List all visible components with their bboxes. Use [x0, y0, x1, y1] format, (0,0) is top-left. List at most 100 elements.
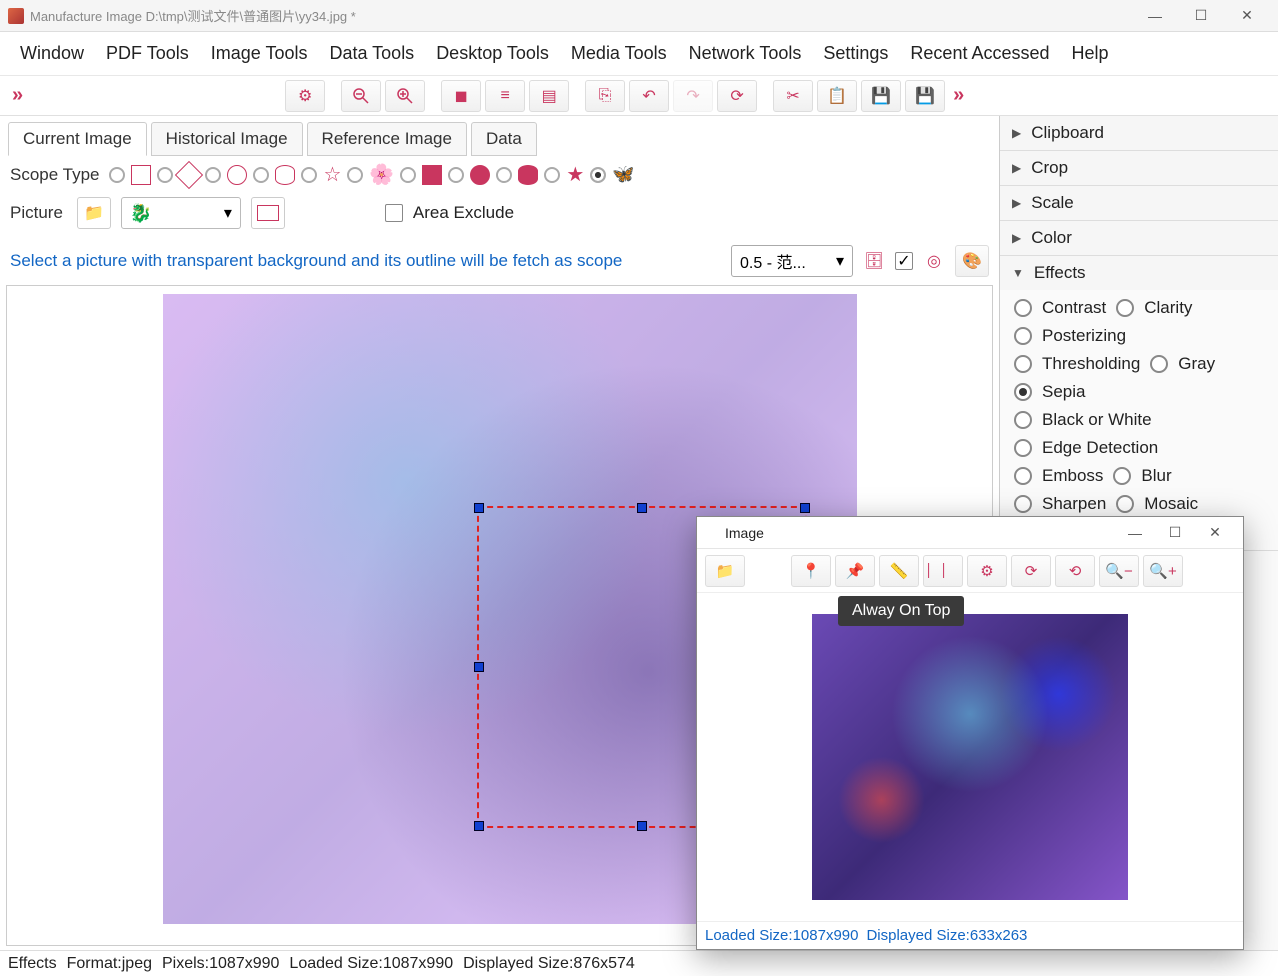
scope-circle[interactable]: [227, 165, 247, 185]
popup-open-icon[interactable]: 📁: [705, 555, 745, 587]
scope-opt2[interactable]: [157, 167, 173, 183]
menu-data-tools[interactable]: Data Tools: [329, 43, 414, 64]
section-effects[interactable]: ▼Effects: [1000, 256, 1278, 290]
scope-opt9[interactable]: [496, 167, 512, 183]
popup-maximize[interactable]: ☐: [1155, 518, 1195, 548]
popup-gear-icon[interactable]: ⚙: [967, 555, 1007, 587]
handle-sw[interactable]: [474, 821, 484, 831]
area-exclude-checkbox[interactable]: [385, 204, 403, 222]
align-icon[interactable]: ≡: [485, 80, 525, 112]
scope-star-filled-icon[interactable]: ★: [566, 162, 584, 187]
radio-clarity[interactable]: [1116, 299, 1134, 317]
scope-opt5[interactable]: [301, 167, 317, 183]
palette-icon[interactable]: 🎨: [955, 245, 989, 277]
handle-nw[interactable]: [474, 503, 484, 513]
radio-contrast[interactable]: [1014, 299, 1032, 317]
popup-rotate-cw-icon[interactable]: ⟳: [1011, 555, 1051, 587]
scope-ellipse[interactable]: [275, 165, 295, 185]
maximize-button[interactable]: ☐: [1178, 0, 1224, 32]
menu-settings[interactable]: Settings: [823, 43, 888, 64]
picture-combo[interactable]: 🐉 ▾: [121, 197, 241, 229]
radio-sharpen[interactable]: [1014, 495, 1032, 513]
minimize-button[interactable]: —: [1132, 0, 1178, 32]
toolbar-next-icon[interactable]: »: [949, 84, 968, 107]
popup-ruler-icon[interactable]: 📏: [879, 555, 919, 587]
menu-pdf-tools[interactable]: PDF Tools: [106, 43, 189, 64]
menu-network-tools[interactable]: Network Tools: [689, 43, 802, 64]
handle-s[interactable]: [637, 821, 647, 831]
section-scale[interactable]: ▶Scale: [1000, 186, 1278, 220]
toolbar-prev-icon[interactable]: »: [8, 84, 27, 107]
popup-pin-icon[interactable]: 📍: [791, 555, 831, 587]
scope-opt11[interactable]: [590, 167, 606, 183]
popup-zoom-out-icon[interactable]: 🔍−: [1099, 555, 1139, 587]
popup-zoom-in-icon[interactable]: 🔍+: [1143, 555, 1183, 587]
radio-posterizing[interactable]: [1014, 327, 1032, 345]
radio-emboss[interactable]: [1014, 467, 1032, 485]
check-icon[interactable]: ✓: [895, 252, 913, 270]
scope-opt8[interactable]: [448, 167, 464, 183]
cut-icon[interactable]: ✂: [773, 80, 813, 112]
popup-marker-icon[interactable]: 📌: [835, 555, 875, 587]
section-crop[interactable]: ▶Crop: [1000, 151, 1278, 185]
scope-opt4[interactable]: [253, 167, 269, 183]
menu-image-tools[interactable]: Image Tools: [211, 43, 308, 64]
rect-preview-icon[interactable]: [251, 197, 285, 229]
db-icon[interactable]: 🗄: [861, 248, 887, 274]
zoom-out-icon[interactable]: [341, 80, 381, 112]
menu-help[interactable]: Help: [1072, 43, 1109, 64]
section-color[interactable]: ▶Color: [1000, 221, 1278, 255]
section-clipboard[interactable]: ▶Clipboard: [1000, 116, 1278, 150]
tab-current-image[interactable]: Current Image: [8, 122, 147, 156]
save-icon[interactable]: 💾: [861, 80, 901, 112]
tab-historical-image[interactable]: Historical Image: [151, 122, 303, 156]
menu-window[interactable]: Window: [20, 43, 84, 64]
scope-ellipse-filled[interactable]: [518, 165, 538, 185]
tab-reference-image[interactable]: Reference Image: [307, 122, 467, 156]
undo-icon[interactable]: ↶: [629, 80, 669, 112]
radio-gray[interactable]: [1150, 355, 1168, 373]
crop-icon[interactable]: ◼: [441, 80, 481, 112]
scope-butterfly-icon[interactable]: 🦋: [612, 164, 634, 185]
redo-icon[interactable]: ↷: [673, 80, 713, 112]
scope-rect-filled[interactable]: [422, 165, 442, 185]
target-icon[interactable]: ◎: [921, 248, 947, 274]
menu-recent[interactable]: Recent Accessed: [910, 43, 1049, 64]
settings-icon[interactable]: ⚙: [285, 80, 325, 112]
close-button[interactable]: ✕: [1224, 0, 1270, 32]
popup-rotate-ccw-icon[interactable]: ⟲: [1055, 555, 1095, 587]
zoom-in-icon[interactable]: [385, 80, 425, 112]
radio-thresholding[interactable]: [1014, 355, 1032, 373]
handle-n[interactable]: [637, 503, 647, 513]
popup-slider-icon[interactable]: ⎸⎸: [923, 555, 963, 587]
copy-icon[interactable]: ⎘: [585, 80, 625, 112]
rotate-icon[interactable]: ⟳: [717, 80, 757, 112]
popup-canvas[interactable]: [697, 593, 1243, 921]
scope-opt3[interactable]: [205, 167, 221, 183]
scope-flower-icon[interactable]: 🌸: [369, 162, 394, 187]
menu-desktop-tools[interactable]: Desktop Tools: [436, 43, 549, 64]
radio-bw[interactable]: [1014, 411, 1032, 429]
scope-star-icon[interactable]: ☆: [323, 162, 341, 187]
handle-w[interactable]: [474, 662, 484, 672]
radio-sepia[interactable]: [1014, 383, 1032, 401]
save-as-icon[interactable]: 💾: [905, 80, 945, 112]
radio-edge[interactable]: [1014, 439, 1032, 457]
open-folder-icon[interactable]: 📁: [77, 197, 111, 229]
scope-diamond[interactable]: [175, 160, 203, 188]
scope-none[interactable]: [109, 167, 125, 183]
scope-circle-filled[interactable]: [470, 165, 490, 185]
scope-opt10[interactable]: [544, 167, 560, 183]
radio-mosaic[interactable]: [1116, 495, 1134, 513]
menu-media-tools[interactable]: Media Tools: [571, 43, 667, 64]
tab-data[interactable]: Data: [471, 122, 537, 156]
scope-opt7[interactable]: [400, 167, 416, 183]
popup-close[interactable]: ✕: [1195, 518, 1235, 548]
radio-blur[interactable]: [1113, 467, 1131, 485]
scope-opt6[interactable]: [347, 167, 363, 183]
popup-minimize[interactable]: —: [1115, 518, 1155, 548]
list-icon[interactable]: ▤: [529, 80, 569, 112]
paste-icon[interactable]: 📋: [817, 80, 857, 112]
handle-ne[interactable]: [800, 503, 810, 513]
zoom-combo[interactable]: 0.5 - 范... ▾: [731, 245, 853, 277]
